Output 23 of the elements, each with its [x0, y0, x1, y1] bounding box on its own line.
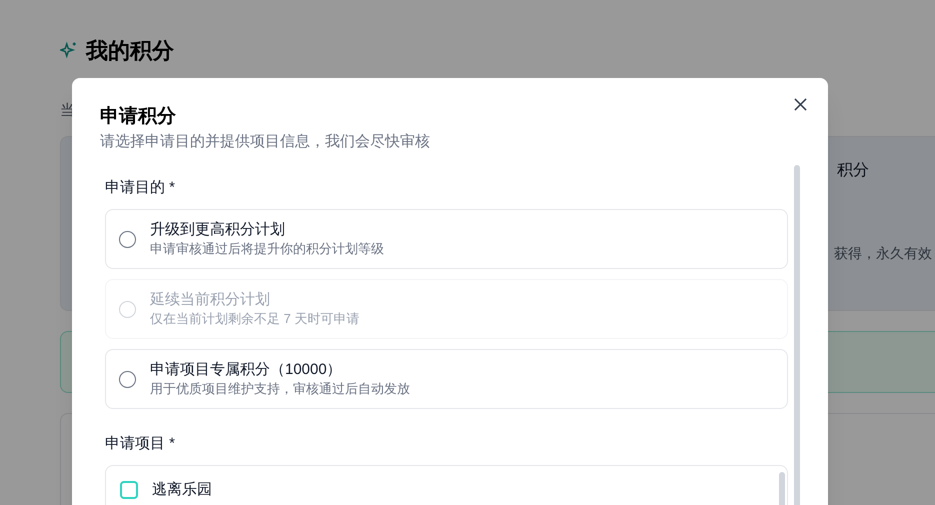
- sparkle-icon: [60, 41, 78, 59]
- checkbox[interactable]: [120, 481, 138, 499]
- project-name: 逃离乐园: [152, 480, 212, 500]
- option-title: 升级到更高积分计划: [150, 220, 286, 240]
- radio-option[interactable]: 升级到更高积分计划 申请审核通过后将提升你的积分计划等级: [105, 209, 788, 269]
- option-title: 申请项目专属积分（10000）: [150, 360, 343, 380]
- radio-button[interactable]: [119, 370, 136, 388]
- field-label: 申请项目 *: [105, 434, 176, 454]
- card-note: 获得，永久有效: [834, 244, 933, 263]
- dialog-subtitle: 请选择申请目的并提供项目信息，我们会尽快审核: [100, 132, 431, 152]
- option-description: 申请审核通过后将提升你的积分计划等级: [150, 240, 384, 258]
- page-title: 我的积分: [86, 36, 174, 64]
- option-description: 用于优质项目维护支持，审核通过后自动发放: [150, 380, 410, 398]
- card-title: 积分: [836, 161, 870, 181]
- close-icon: [794, 98, 806, 110]
- close-button[interactable]: [792, 96, 808, 112]
- field-label: 申请目的 *: [105, 178, 176, 198]
- dialog-title: 申请积分: [100, 105, 177, 129]
- radio-option[interactable]: 申请项目专属积分（10000） 用于优质项目维护支持，审核通过后自动发放: [105, 349, 788, 409]
- option-title: 延续当前积分计划: [150, 290, 271, 310]
- radio-button[interactable]: [119, 230, 136, 248]
- option-description: 仅在当前计划剩余不足 7 天时可申请: [150, 310, 360, 328]
- scrollbar[interactable]: [794, 165, 800, 505]
